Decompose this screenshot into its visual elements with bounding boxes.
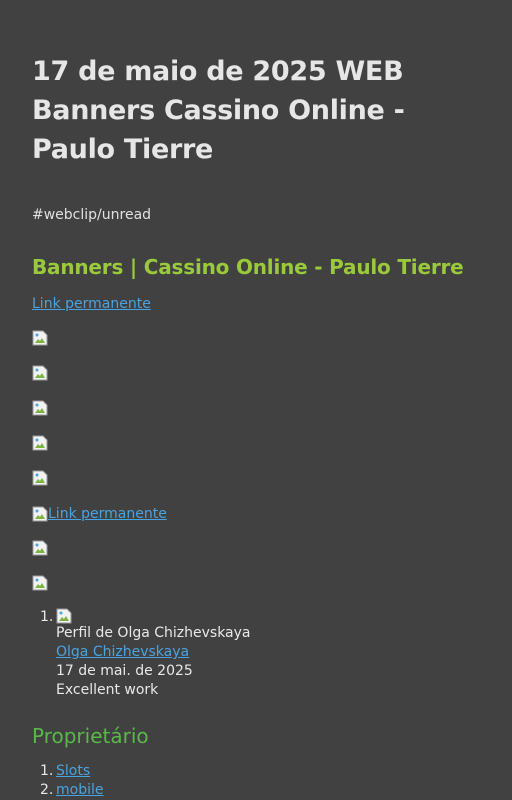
broken-image-icon <box>32 435 48 451</box>
note-page: 17 de maio de 2025 WEB Banners Cassino O… <box>0 0 512 800</box>
broken-image-icon <box>32 506 48 522</box>
avatar <box>56 608 72 624</box>
broken-image-5 <box>32 470 480 486</box>
owner-index: 1. <box>40 763 54 779</box>
broken-image-icon <box>32 330 48 346</box>
broken-image-7 <box>32 575 480 591</box>
comment-text: Excellent work <box>56 682 159 698</box>
owner-link-slots[interactable]: Slots <box>56 763 90 779</box>
profile-alt-text: Perfil de Olga Chizhevskaya <box>56 625 251 641</box>
comment-author-link[interactable]: Olga Chizhevskaya <box>56 643 480 662</box>
comment-item: 1. Perfil de Olga Chizhevskaya Olga Chiz… <box>40 608 480 700</box>
image-permalink-link[interactable]: Link permanente <box>48 505 167 524</box>
broken-image-1 <box>32 330 480 346</box>
owner-link-mobile[interactable]: mobile <box>56 782 103 798</box>
image-permalink-row: Link permanente <box>32 504 480 524</box>
owner-heading: Proprietário <box>32 724 149 748</box>
page-title: 17 de maio de 2025 WEB Banners Cassino O… <box>32 56 405 165</box>
broken-image-icon <box>32 575 48 591</box>
tag-label: #webclip/unread <box>32 207 152 223</box>
article-heading: Banners | Cassino Online - Paulo Tierre <box>32 255 464 279</box>
broken-image-icon <box>32 365 48 381</box>
owner-item: 2. mobile <box>40 781 480 800</box>
comment-list: 1. Perfil de Olga Chizhevskaya Olga Chiz… <box>32 608 480 700</box>
broken-image-2 <box>32 365 480 381</box>
broken-image-icon <box>32 540 48 556</box>
comment-index: 1. <box>40 609 54 625</box>
comment-date: 17 de mai. de 2025 <box>56 663 193 679</box>
broken-image-6 <box>32 540 480 556</box>
owner-list: 1. Slots 2. mobile <box>32 762 480 800</box>
broken-image-4 <box>32 435 480 451</box>
owner-item: 1. Slots <box>40 762 480 781</box>
owner-index: 2. <box>40 782 54 798</box>
broken-image-3 <box>32 400 480 416</box>
broken-image-icon <box>32 470 48 486</box>
broken-image-icon <box>32 400 48 416</box>
permalink-link[interactable]: Link permanente <box>32 295 480 314</box>
